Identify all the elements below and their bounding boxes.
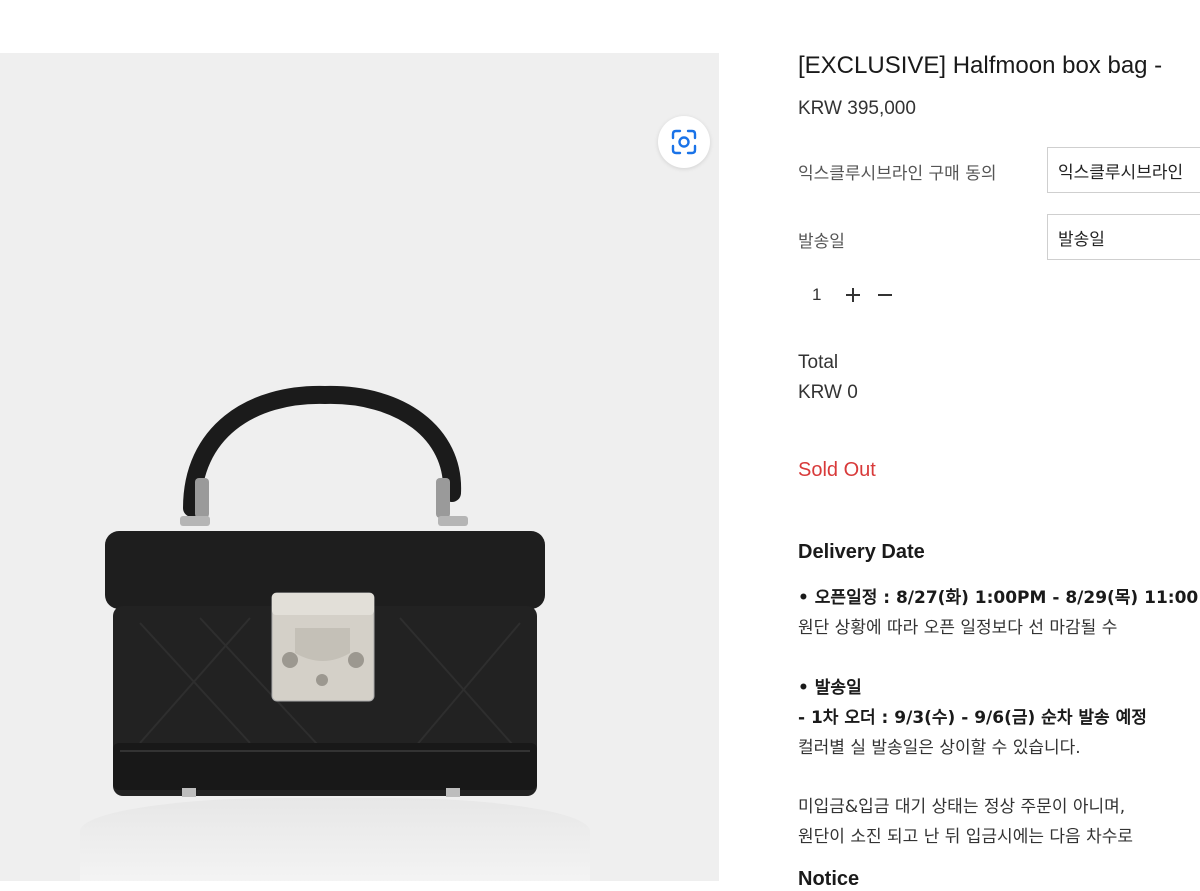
delivery-note-early-close: 원단 상황에 따라 오픈 일정보다 선 마감될 수 [798,618,1118,638]
delivery-shipping-heading: • 발송일 [798,678,862,698]
sold-out-status: Sold Out [798,459,876,481]
quantity-decrease-button[interactable] [874,284,896,306]
delivery-next-round-note: 원단이 소진 되고 난 뒤 입금시에는 다음 차수로 [798,827,1133,847]
delivery-color-note: 컬러별 실 발송일은 상이할 수 있습니다. [798,738,1081,758]
delivery-payment-note: 미입금&입금 대기 상태는 정상 주문이 아니며, [798,797,1126,817]
option-select-shipping-date[interactable]: 발송일 [1047,214,1200,260]
plus-icon [846,288,860,302]
product-image-panel [0,53,719,881]
minus-icon [878,294,892,296]
notice-title: Notice [798,868,860,890]
visual-search-icon [671,129,697,155]
quantity-value[interactable]: 1 [812,285,842,305]
delivery-first-order: - 1차 오더 : 9/3(수) - 9/6(금) 순차 발송 예정 [798,708,1147,728]
total-value: KRW 0 [798,382,858,403]
product-info-panel: [EXCLUSIVE] Halfmoon box bag - KRW 395,0… [798,0,1200,890]
quantity-increase-button[interactable] [842,284,864,306]
total-label: Total [798,352,839,373]
visual-search-button[interactable] [658,116,710,168]
product-title: [EXCLUSIVE] Halfmoon box bag - [798,52,1163,79]
product-image-bag [105,385,545,797]
delivery-date-title: Delivery Date [798,541,925,563]
option-select-agreement[interactable]: 익스클루시브라인 [1047,147,1200,193]
option-label-shipping-date: 발송일 [798,232,845,252]
delivery-open-schedule: • 오픈일정 : 8/27(화) 1:00PM - 8/29(목) 11:00 [798,588,1199,608]
quantity-stepper: 1 [812,284,906,306]
option-label-agreement: 익스클루시브라인 구매 동의 [798,164,997,184]
product-price: KRW 395,000 [798,98,916,119]
